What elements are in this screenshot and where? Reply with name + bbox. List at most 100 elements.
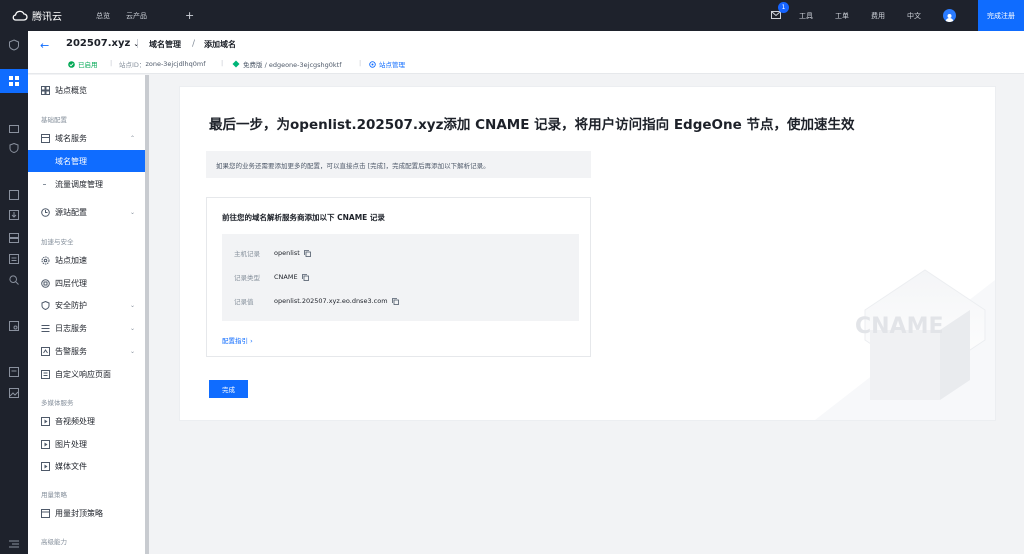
breadcrumb-separator: |: [136, 39, 140, 49]
record-row-value: 记录值 openlist.202507.xyz.eo.dnse3.com: [234, 296, 399, 306]
sidebar-item-label: 源站配置: [55, 207, 87, 217]
meta-divider: |: [359, 59, 362, 67]
sidebar-item-label: 域名管理: [55, 156, 87, 166]
message-button[interactable]: 1: [771, 1, 789, 21]
zone-id: 站点ID： zone-3ejcjdlhq0mf: [119, 59, 206, 69]
copy-icon[interactable]: [303, 249, 311, 257]
done-button[interactable]: 完成: [209, 380, 248, 398]
sidebar-item-label: 站点概览: [55, 85, 87, 95]
dashboard-grid-icon[interactable]: [8, 75, 20, 87]
sidebar-item-domain-service[interactable]: 域名服务 ⌃: [28, 127, 145, 149]
zone-id-label: 站点ID：: [119, 61, 146, 69]
sidebar-item-traffic-mgmt[interactable]: 流量调度管理: [28, 173, 145, 195]
sidebar-item-label: 站点加速: [55, 255, 87, 265]
user-avatar[interactable]: [943, 9, 956, 22]
record-label: 记录类型: [234, 274, 260, 282]
sidebar-item-label: 流量调度管理: [55, 179, 103, 189]
video-play-icon: [40, 416, 50, 426]
sidebar-item-label: 图片处理: [55, 439, 87, 449]
add-shortcut-button[interactable]: +: [185, 9, 194, 22]
billing-menu[interactable]: 费用: [871, 11, 885, 21]
terminal-icon[interactable]: [8, 366, 20, 378]
record-value: openlist.202507.xyz.eo.dnse3.com: [274, 297, 388, 305]
sidebar-item-label: 告警服务: [55, 346, 87, 356]
sidebar-item-domain-mgmt[interactable]: 域名管理: [28, 150, 145, 172]
site-sidebar: 站点概览 基础配置 域名服务 ⌃ 域名管理 流量调度管理 源站配置 ⌄ 加速与安…: [28, 75, 145, 554]
media-file-icon: [40, 461, 50, 471]
config-guide-link[interactable]: 配置指引 ›: [222, 335, 253, 345]
logo-text: 腾讯云: [32, 12, 62, 23]
back-arrow-icon[interactable]: ←: [40, 39, 49, 52]
sidebar-item-security[interactable]: 安全防护 ⌄: [28, 294, 145, 316]
sidebar-item-overview[interactable]: 站点概览: [28, 79, 145, 101]
check-circle-icon: [68, 60, 75, 68]
page-header: ← 202507.xyz ⌄ | 域名管理 / 添加域名 已启用 | 站点ID： …: [28, 31, 1024, 74]
search-icon[interactable]: [8, 274, 20, 286]
sidebar-item-origin-config[interactable]: 源站配置 ⌄: [28, 201, 145, 223]
nav-products-link[interactable]: 云产品: [126, 11, 147, 21]
tools-menu[interactable]: 工具: [799, 11, 813, 21]
copy-icon[interactable]: [301, 273, 309, 281]
sidebar-item-image-process[interactable]: 图片处理: [28, 433, 145, 455]
sidebar-item-alarm-service[interactable]: 告警服务 ⌄: [28, 340, 145, 362]
meta-divider: |: [110, 59, 113, 67]
list-icon[interactable]: [8, 253, 20, 265]
tickets-menu[interactable]: 工单: [835, 11, 849, 21]
sidebar-scrollbar[interactable]: [145, 75, 149, 554]
nav-overview-link[interactable]: 总览: [96, 11, 110, 21]
bullet-dot: [43, 183, 46, 185]
hint-text: 如果您的业务还需要添加更多的配置，可以直接点击 [完成]，完成配置后再添加以下解…: [216, 161, 490, 170]
sidebar-item-label: 域名服务: [55, 133, 87, 143]
sidebar-item-label: 媒体文件: [55, 461, 87, 471]
origin-clock-icon: [40, 207, 50, 217]
tencent-cloud-logo[interactable]: 腾讯云: [12, 8, 80, 23]
copy-icon[interactable]: [391, 297, 399, 305]
record-label: 主机记录: [234, 250, 260, 258]
server-icon[interactable]: [8, 232, 20, 244]
sidebar-item-l4-proxy[interactable]: 四层代理: [28, 272, 145, 294]
language-menu[interactable]: 中文: [907, 11, 921, 21]
meta-divider: |: [221, 59, 224, 67]
sidebar-item-log-service[interactable]: 日志服务 ⌄: [28, 317, 145, 339]
user-icon: [945, 14, 954, 22]
l4-proxy-icon: [40, 278, 50, 288]
plan-info[interactable]: 免费版 / edgeone-3ejcgshg0ktf: [232, 59, 342, 69]
site-selector[interactable]: 202507.xyz ⌄: [66, 38, 139, 49]
record-label: 记录值: [234, 298, 254, 306]
chevron-right-icon: ›: [250, 337, 253, 345]
download-icon[interactable]: [8, 209, 20, 221]
cname-record-panel: 前往您的域名解析服务商添加以下 CNAME 记录 主机记录 openlist 记…: [206, 197, 591, 357]
sidebar-item-label: 自定义响应页面: [55, 369, 111, 379]
monitor-icon[interactable]: [8, 123, 20, 135]
sidebar-item-av-process[interactable]: 音视频处理: [28, 410, 145, 432]
site-mgmt-text: 站点管理: [379, 61, 405, 69]
complete-registration-button[interactable]: 完成注册: [978, 0, 1024, 31]
site-status: 已启用: [68, 59, 98, 69]
plan-text: 免费版 / edgeone-3ejcgshg0ktf: [243, 61, 342, 69]
record-row-type: 记录类型 CNAME: [234, 272, 309, 282]
alarm-icon: [40, 346, 50, 356]
image-icon[interactable]: [8, 387, 20, 399]
shield-icon[interactable]: [8, 142, 20, 154]
sidebar-item-media-files[interactable]: 媒体文件: [28, 455, 145, 477]
group-label-media: 多媒体服务: [41, 399, 74, 407]
product-icon-rail: [0, 31, 28, 554]
collapse-menu-icon[interactable]: [8, 538, 20, 550]
group-label-accel: 加速与安全: [41, 238, 74, 246]
record-value: openlist: [274, 249, 300, 257]
guide-text: 配置指引: [222, 337, 248, 345]
sidebar-item-usage-cap[interactable]: 用量封顶策略: [28, 502, 145, 524]
security-shield-icon: [40, 300, 50, 310]
breadcrumb-domain-mgmt[interactable]: 域名管理: [149, 39, 181, 50]
sidebar-item-label: 安全防护: [55, 300, 87, 310]
record-row-host: 主机记录 openlist: [234, 248, 311, 258]
edgeone-product-icon[interactable]: [8, 39, 20, 51]
report-icon[interactable]: [8, 189, 20, 201]
log-list-icon: [40, 323, 50, 333]
settings-panel-icon[interactable]: [8, 320, 20, 332]
sidebar-item-label: 日志服务: [55, 323, 87, 333]
sidebar-item-custom-page[interactable]: 自定义响应页面: [28, 363, 145, 385]
sidebar-item-site-accel[interactable]: 站点加速: [28, 249, 145, 271]
site-mgmt-link[interactable]: 站点管理: [369, 59, 405, 69]
chevron-down-icon: ⌄: [129, 301, 135, 309]
